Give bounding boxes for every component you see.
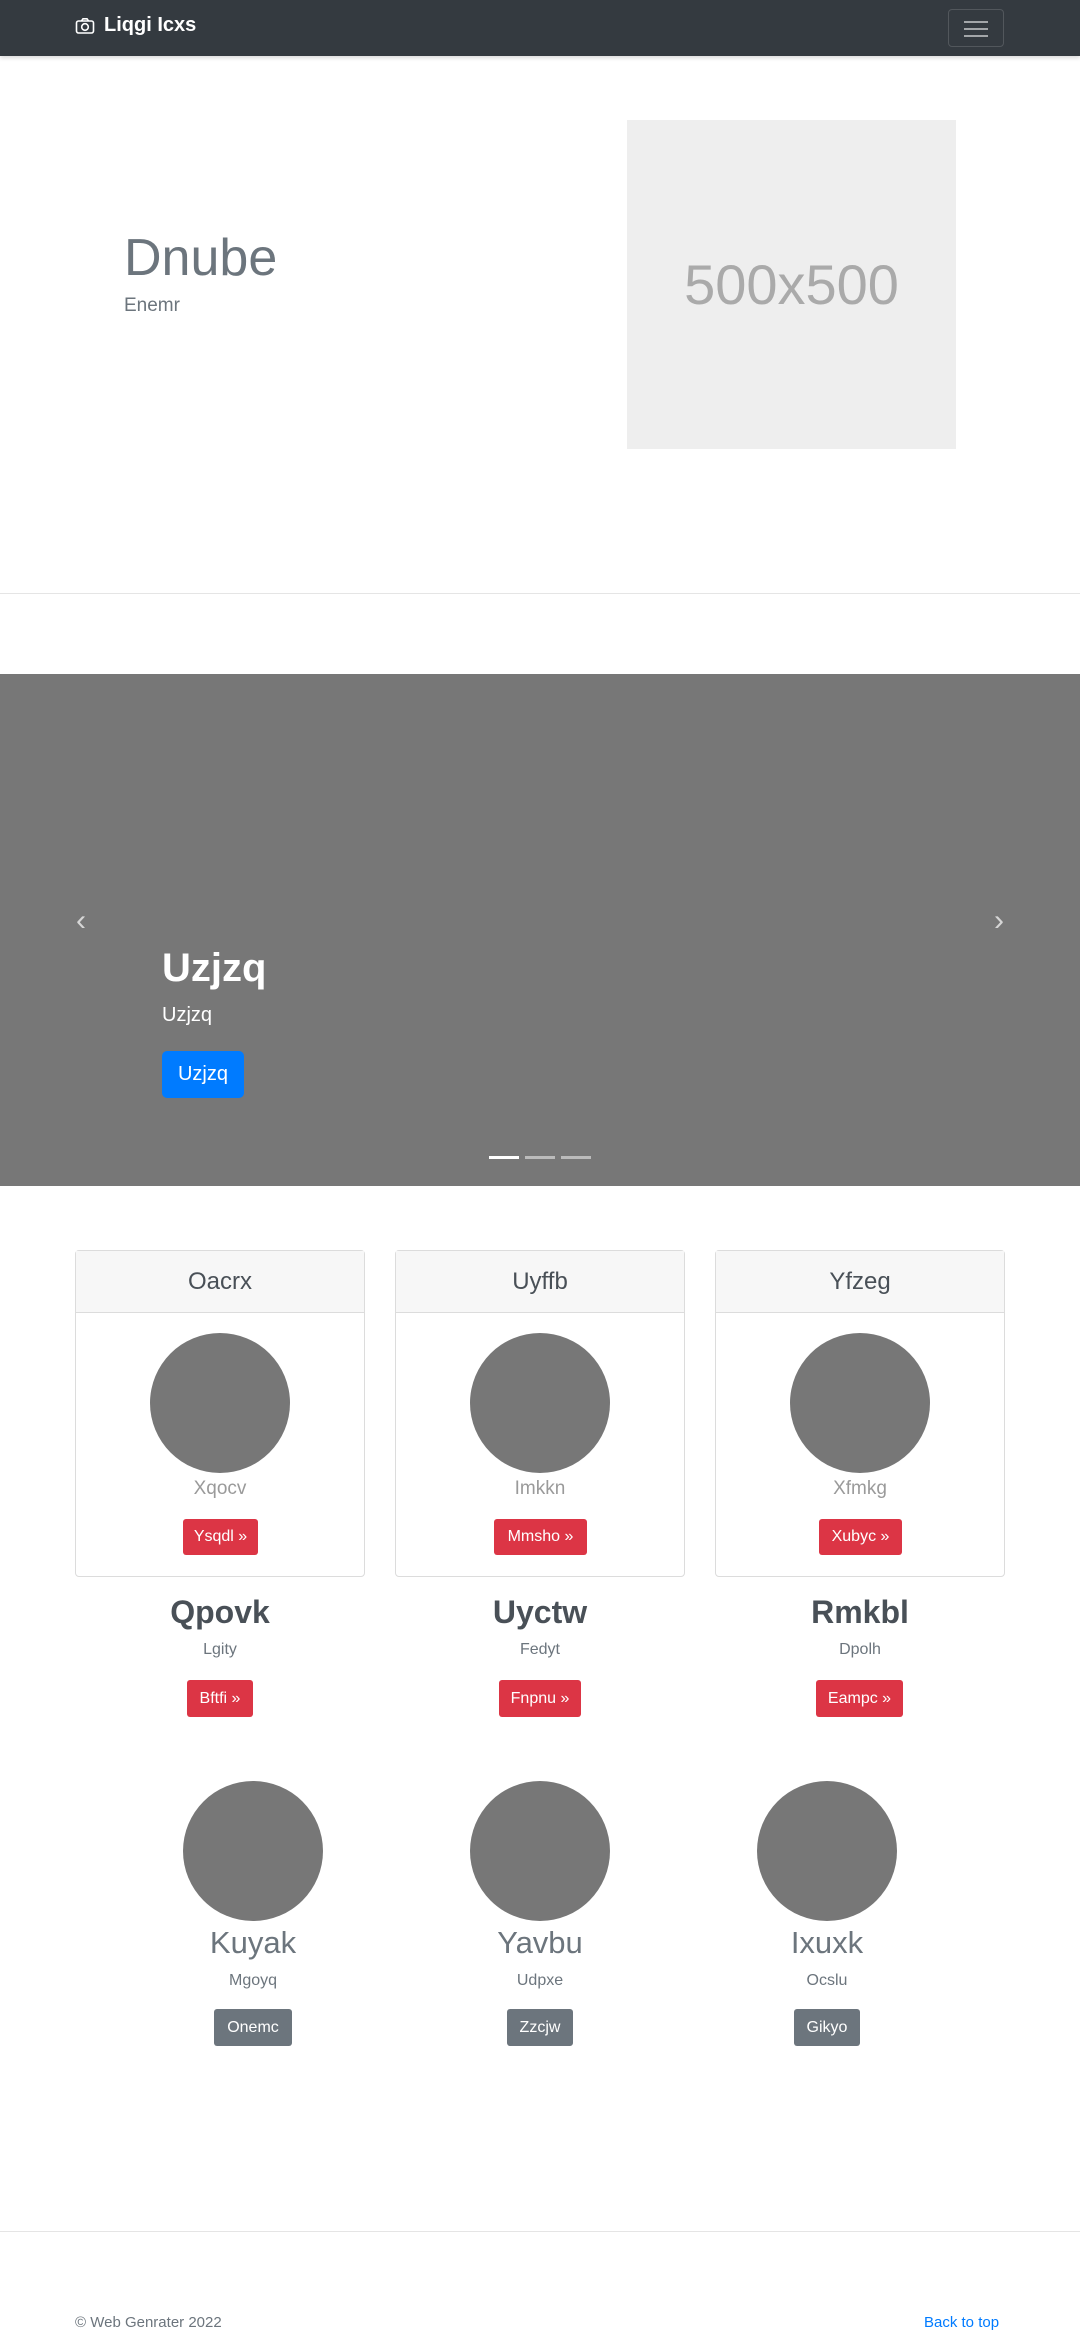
card-header: Uyffb	[396, 1251, 684, 1313]
column-title: Rmkbl	[811, 1594, 909, 1630]
carousel: ‹ › Uzjzq Uzjzq Uzjzq	[0, 674, 1080, 1186]
feature-image	[183, 1781, 323, 1921]
feature-image	[757, 1781, 897, 1921]
carousel-caption-button[interactable]: Uzjzq	[162, 1051, 244, 1098]
feature-button[interactable]: Gikyo	[794, 2009, 860, 2046]
column-text: Dpolh	[839, 1641, 881, 1658]
column-title: Uyctw	[492, 1594, 588, 1630]
card-button[interactable]: Mmsho »	[494, 1519, 587, 1555]
section-divider	[0, 593, 1080, 594]
feature-text: Udpxe	[516, 1972, 564, 1989]
card-button[interactable]: Ysqdl »	[183, 1519, 258, 1555]
feature-text: Ocslu	[806, 1972, 848, 1989]
column-title: Qpovk	[170, 1594, 270, 1630]
carousel-indicator[interactable]	[561, 1156, 591, 1159]
feature-title: Ixuxk	[790, 1925, 864, 1960]
card-name: Imkkn	[514, 1478, 566, 1499]
camera-icon	[75, 17, 95, 34]
column-button[interactable]: Bftfi »	[187, 1680, 253, 1717]
card-image	[150, 1333, 290, 1473]
feature-title: Yavbu	[497, 1925, 583, 1960]
card-image	[470, 1333, 610, 1473]
brand-name: Liqgi Icxs	[104, 14, 197, 36]
hamburger-icon-bar	[964, 35, 988, 37]
navbar-toggler-button[interactable]	[948, 9, 1004, 47]
column-button[interactable]: Fnpnu »	[499, 1680, 581, 1717]
card-button[interactable]: Xubyc »	[819, 1519, 902, 1555]
feature-button[interactable]: Onemc	[214, 2009, 292, 2046]
hamburger-icon-bar	[964, 28, 988, 30]
carousel-next-icon[interactable]: ›	[984, 906, 1014, 936]
navbar: Liqgi Icxs	[0, 0, 1080, 56]
carousel-indicators	[489, 1156, 591, 1159]
hero-image-placeholder: 500x500	[627, 120, 956, 449]
back-to-top-link[interactable]: Back to top	[924, 2314, 999, 2331]
card: Uyffb Imkkn Mmsho »	[395, 1250, 685, 1577]
carousel-caption-title: Uzjzq	[162, 946, 267, 990]
feature-text: Mgoyq	[228, 1972, 278, 1989]
footer-divider	[0, 2231, 1080, 2232]
card: Oacrx Xqocv Ysqdl »	[75, 1250, 365, 1577]
feature-image	[470, 1781, 610, 1921]
hero-subtitle: Enemr	[124, 295, 180, 316]
card-header: Oacrx	[76, 1251, 364, 1313]
hamburger-icon	[964, 21, 988, 23]
brand-link[interactable]: Liqgi Icxs	[75, 14, 196, 37]
placeholder-label: 500x500	[684, 253, 899, 316]
column-text: Fedyt	[519, 1641, 560, 1658]
card-header: Yfzeg	[716, 1251, 1004, 1313]
footer-copyright: © Web Genrater 2022	[75, 2314, 222, 2331]
card-name: Xfmkg	[833, 1478, 887, 1499]
card: Yfzeg Xfmkg Xubyc »	[715, 1250, 1005, 1577]
carousel-indicator[interactable]	[525, 1156, 555, 1159]
hero-title: Dnube	[124, 229, 278, 287]
carousel-caption-text: Uzjzq	[162, 1004, 213, 1026]
card-image	[790, 1333, 930, 1473]
carousel-indicator[interactable]	[489, 1156, 519, 1159]
feature-button[interactable]: Zzcjw	[507, 2009, 573, 2046]
card-name: Xqocv	[193, 1478, 247, 1499]
column-text: Lgity	[203, 1641, 237, 1658]
carousel-prev-icon[interactable]: ‹	[66, 906, 96, 936]
feature-title: Kuyak	[209, 1925, 297, 1960]
column-button[interactable]: Eampc »	[816, 1680, 903, 1717]
